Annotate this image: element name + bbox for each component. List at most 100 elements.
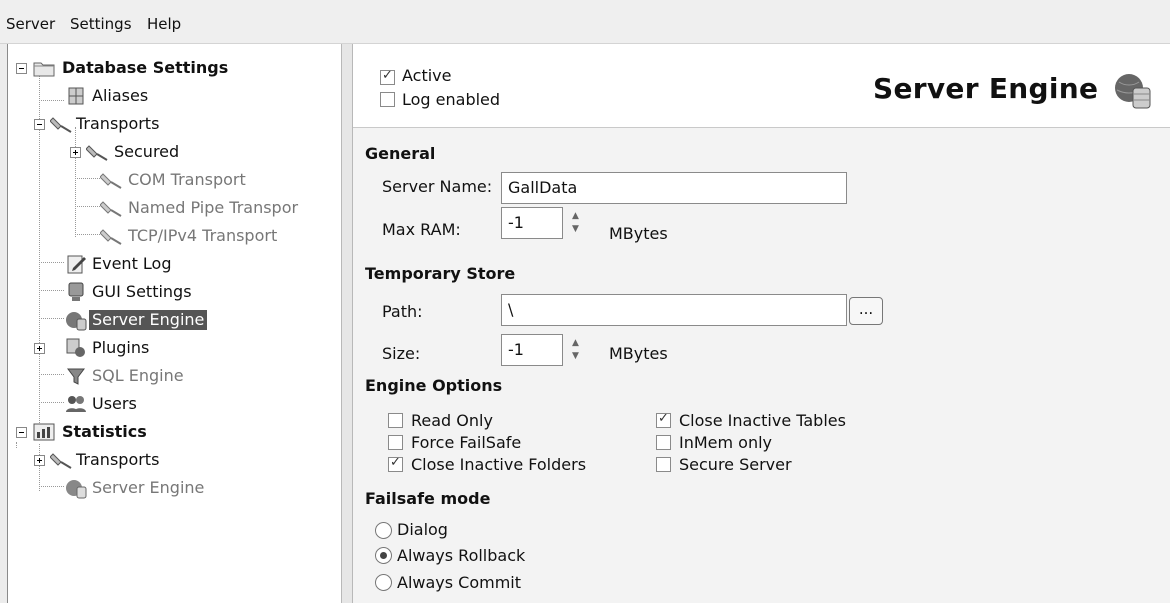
settings-tree: Database Settings Aliases Transports Sec… <box>7 44 341 603</box>
max-ram-unit: MBytes <box>609 224 668 243</box>
tree-item-tcpip-transport[interactable]: TCP/IPv4 Transport <box>8 222 338 250</box>
close-inactive-tables-label: Close Inactive Tables <box>679 411 846 430</box>
tree-label: Database Settings <box>62 58 229 77</box>
read-only-checkbox[interactable] <box>388 413 403 428</box>
collapse-toggle[interactable] <box>34 119 45 130</box>
tree-label: Named Pipe Transpor <box>128 198 299 217</box>
size-stepper[interactable]: ▲ ▼ <box>568 334 584 366</box>
tree-item-aliases[interactable]: Aliases <box>8 82 338 110</box>
tree-item-event-log[interactable]: Event Log <box>8 250 338 278</box>
size-input[interactable]: -1 <box>501 334 563 366</box>
tree-label: GUI Settings <box>92 282 192 301</box>
collapse-toggle[interactable] <box>16 427 27 438</box>
server-name-input[interactable]: GallData <box>501 172 847 204</box>
dialog-radio[interactable] <box>375 522 392 539</box>
always-commit-label: Always Commit <box>397 573 522 592</box>
max-ram-stepper[interactable]: ▲ ▼ <box>568 207 584 239</box>
section-general: General <box>365 144 436 163</box>
always-rollback-radio[interactable] <box>375 547 392 564</box>
tree-label: Transports <box>76 450 160 469</box>
path-label: Path: <box>382 302 423 321</box>
tree-label: Users <box>92 394 137 413</box>
max-ram-label: Max RAM: <box>382 220 461 239</box>
secure-server-checkbox[interactable] <box>656 457 671 472</box>
close-inactive-tables-checkbox[interactable] <box>656 411 671 428</box>
tree-label: Transports <box>76 114 160 133</box>
path-input[interactable]: \ <box>501 294 847 326</box>
section-engine-options: Engine Options <box>365 376 503 395</box>
folder-icon <box>33 62 55 77</box>
transport-icon <box>50 117 72 133</box>
active-label: Active <box>402 66 452 85</box>
inmem-only-label: InMem only <box>679 433 773 452</box>
force-failsafe-checkbox[interactable] <box>388 435 403 450</box>
tree-item-stat-transports[interactable]: Transports <box>8 446 338 474</box>
menu-server[interactable]: Server <box>6 15 55 33</box>
size-unit: MBytes <box>609 344 668 363</box>
tree-item-named-pipe-transport[interactable]: Named Pipe Transpor <box>8 194 338 222</box>
aliases-icon <box>68 87 84 105</box>
settings-panel: Active Log enabled Server Engine General… <box>353 44 1170 603</box>
tree-item-users[interactable]: Users <box>8 390 338 418</box>
close-inactive-folders-checkbox[interactable] <box>388 455 403 472</box>
server-engine-icon <box>1115 74 1151 109</box>
dialog-label: Dialog <box>397 520 448 539</box>
expand-toggle[interactable] <box>34 455 45 466</box>
menu-bar: Server Settings Help <box>0 0 1170 44</box>
tree-item-statistics[interactable]: Statistics <box>8 418 338 446</box>
transport-icon <box>100 201 122 217</box>
tree-item-gui-settings[interactable]: GUI Settings <box>8 278 338 306</box>
transport-icon <box>100 229 122 245</box>
tree-item-sql-engine[interactable]: SQL Engine <box>8 362 338 390</box>
transport-icon <box>50 453 72 469</box>
always-commit-radio[interactable] <box>375 574 392 591</box>
tree-item-transports[interactable]: Transports <box>8 110 338 138</box>
panel-splitter[interactable] <box>341 44 353 603</box>
collapse-toggle[interactable] <box>16 63 27 74</box>
tree-label: COM Transport <box>128 170 246 189</box>
page-title: Server Engine <box>873 72 1099 105</box>
tree-label: Server Engine <box>92 478 205 497</box>
secure-server-label: Secure Server <box>679 455 792 474</box>
active-checkbox[interactable] <box>380 68 395 85</box>
tree-label: Secured <box>114 142 180 161</box>
sql-engine-icon <box>67 368 85 385</box>
close-inactive-folders-label: Close Inactive Folders <box>411 455 587 474</box>
statistics-icon <box>33 423 55 441</box>
tree-label: Plugins <box>92 338 150 357</box>
tree-item-secured[interactable]: Secured <box>8 138 338 166</box>
tree-item-com-transport[interactable]: COM Transport <box>8 166 338 194</box>
tree-label: Event Log <box>92 254 172 273</box>
section-failsafe-mode: Failsafe mode <box>365 489 491 508</box>
tree-item-stat-server-engine[interactable]: Server Engine <box>8 474 338 502</box>
tree-item-server-engine[interactable]: Server Engine <box>8 306 338 334</box>
expand-toggle[interactable] <box>70 147 81 158</box>
menu-help[interactable]: Help <box>147 15 181 33</box>
menu-settings[interactable]: Settings <box>70 15 132 33</box>
tree-item-plugins[interactable]: Plugins <box>8 334 338 362</box>
transport-icon <box>86 145 108 161</box>
browse-button[interactable]: ... <box>849 297 883 325</box>
server-name-label: Server Name: <box>382 177 493 196</box>
inmem-only-checkbox[interactable] <box>656 435 671 450</box>
users-icon <box>66 396 86 412</box>
force-failsafe-label: Force FailSafe <box>411 433 522 452</box>
server-engine-icon <box>66 312 87 331</box>
tree-label: Statistics <box>62 422 147 441</box>
always-rollback-label: Always Rollback <box>397 546 526 565</box>
read-only-label: Read Only <box>411 411 493 430</box>
tree-label: TCP/IPv4 Transport <box>128 226 278 245</box>
max-ram-input[interactable]: -1 <box>501 207 563 239</box>
tree-label: SQL Engine <box>92 366 184 385</box>
tree-label: Aliases <box>92 86 149 105</box>
monitor-icon <box>68 282 84 301</box>
panel-header: Active Log enabled Server Engine <box>353 44 1170 128</box>
event-log-icon <box>67 255 86 274</box>
size-label: Size: <box>382 344 421 363</box>
tree-label: Server Engine <box>89 310 208 330</box>
expand-toggle[interactable] <box>34 343 45 354</box>
log-enabled-checkbox[interactable] <box>380 92 395 107</box>
section-temporary-store: Temporary Store <box>365 264 516 283</box>
tree-item-database-settings[interactable]: Database Settings <box>8 54 338 82</box>
log-enabled-label: Log enabled <box>402 90 501 109</box>
